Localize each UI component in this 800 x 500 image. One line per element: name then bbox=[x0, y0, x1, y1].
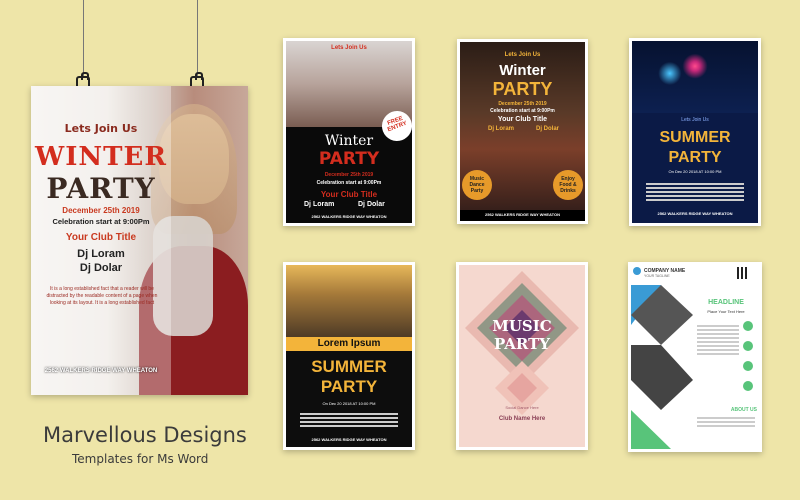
t2-lead: Lets Join Us bbox=[504, 52, 541, 58]
t4-address: 2562 WALKERS RIDGE WAY WHEATON bbox=[311, 437, 387, 442]
hanging-wire-right bbox=[197, 0, 198, 76]
hanging-wire-left bbox=[83, 0, 84, 76]
poster-time: Celebration start at 9:00Pm bbox=[52, 217, 150, 226]
poster-dj-2: Dj Dolar bbox=[79, 262, 123, 274]
t5-title-music: MUSIC bbox=[492, 317, 552, 335]
t5-club: Club Name Here bbox=[498, 416, 546, 422]
t3-address: 2562 WALKERS RIDGE WAY WHEATON bbox=[657, 211, 733, 216]
t6-tagline: YOUR TAGLINE bbox=[644, 274, 670, 278]
poster-dj-1: Dj Loram bbox=[77, 248, 125, 260]
geometric-panel bbox=[631, 285, 693, 449]
t2-date: December 25th 2019 bbox=[498, 101, 547, 107]
t6-headline: HEADLINE bbox=[708, 299, 744, 306]
template-card-company-flyer[interactable]: COMPANY NAME YOUR TAGLINE HEADLINE Place… bbox=[628, 262, 762, 452]
t5-title-party: PARTY bbox=[494, 335, 550, 353]
t6-subhead: Place Your Text Here bbox=[707, 309, 745, 314]
t4-date: On Dec 20 2018 AT 10:00 PM bbox=[322, 401, 376, 406]
t4-body-lines bbox=[300, 411, 398, 429]
t1-club: Your Club Title bbox=[320, 190, 378, 199]
t6-body-lines bbox=[697, 323, 739, 357]
poster-title-winter: WINTER bbox=[35, 142, 167, 172]
t2-dj-2: Dj Dolar bbox=[536, 126, 560, 132]
t3-date: On Dec 20 2018 AT 10:00 PM bbox=[668, 169, 722, 174]
t3-title-summer: SUMMER bbox=[659, 129, 731, 146]
t2-time: Celebration start at 9:00Pm bbox=[490, 108, 555, 114]
main-poster[interactable]: Lets Join Us WINTER PARTY December 25th … bbox=[31, 86, 248, 395]
t1-title-party: PARTY bbox=[318, 149, 380, 169]
t1-lead: Lets Join Us bbox=[331, 45, 367, 51]
qr-code-icon bbox=[737, 267, 749, 279]
t2-circle-left: Music Dance Party bbox=[462, 170, 492, 200]
t1-dj-1: Dj Loram bbox=[304, 201, 335, 208]
t3-lead: Lets Join Us bbox=[681, 117, 709, 123]
t3-body-lines bbox=[646, 181, 744, 203]
feature-icon bbox=[743, 361, 753, 371]
company-logo-icon bbox=[633, 267, 641, 275]
feature-icon bbox=[743, 381, 753, 391]
t2-title-winter: Winter bbox=[499, 62, 546, 79]
poster-title-party: PARTY bbox=[46, 172, 156, 205]
t1-dj-2: Dj Dolar bbox=[358, 201, 385, 208]
template-card-winter-free-entry[interactable]: Lets Join Us FREE ENTRY Winter PARTY Dec… bbox=[283, 38, 415, 226]
t2-circle-right: Enjoy Food & Drinks bbox=[553, 170, 583, 200]
t5-date: Social Dance Here bbox=[505, 405, 539, 410]
poster-lead: Lets Join Us bbox=[64, 122, 138, 135]
poster-address: 2562 WALKERS RIDGE WAY WHEATON bbox=[44, 368, 158, 374]
t1-address: 2562 WALKERS RIDGE WAY WHEATON bbox=[311, 214, 387, 219]
template-card-summer-lorem[interactable]: Lorem Ipsum SUMMER PARTY On Dec 20 2018 … bbox=[283, 262, 415, 450]
template-card-music-party[interactable]: MUSIC PARTY Social Dance Here Club Name … bbox=[456, 262, 588, 450]
brand-title: Marvellous Designs bbox=[43, 423, 247, 447]
beach-crowd-photo bbox=[286, 265, 412, 337]
t2-club: Your Club Title bbox=[497, 116, 548, 123]
t6-about: ABOUT US bbox=[730, 407, 757, 413]
t6-about-lines bbox=[697, 415, 755, 429]
t2-dj-1: Dj Loram bbox=[488, 126, 515, 132]
t1-date: December 25th 2019 bbox=[324, 172, 374, 178]
t4-title-party: PARTY bbox=[320, 377, 378, 396]
t4-title-summer: SUMMER bbox=[311, 357, 387, 376]
poster-club-title: Your Club Title bbox=[65, 232, 137, 243]
brand-subtitle: Templates for Ms Word bbox=[72, 452, 209, 466]
t3-title-party: PARTY bbox=[668, 149, 722, 166]
t2-title-party: PARTY bbox=[492, 79, 553, 99]
t1-time: Celebration start at 9:00Pm bbox=[316, 180, 382, 186]
poster-date: December 25th 2019 bbox=[62, 206, 140, 215]
poster-body-text: It is a long established fact that a rea… bbox=[46, 286, 158, 306]
template-card-winter-dark[interactable]: Lets Join Us Winter PARTY December 25th … bbox=[457, 39, 588, 224]
fireworks-photo bbox=[632, 41, 758, 113]
template-card-summer-fireworks[interactable]: Lets Join Us SUMMER PARTY On Dec 20 2018… bbox=[629, 38, 761, 226]
t2-address: 2562 WALKERS RIDGE WAY WHEATON bbox=[485, 212, 560, 217]
t1-title-winter: Winter bbox=[324, 133, 374, 149]
feature-icon bbox=[743, 341, 753, 351]
feature-icon bbox=[743, 321, 753, 331]
t4-banner: Lorem Ipsum bbox=[317, 338, 381, 349]
